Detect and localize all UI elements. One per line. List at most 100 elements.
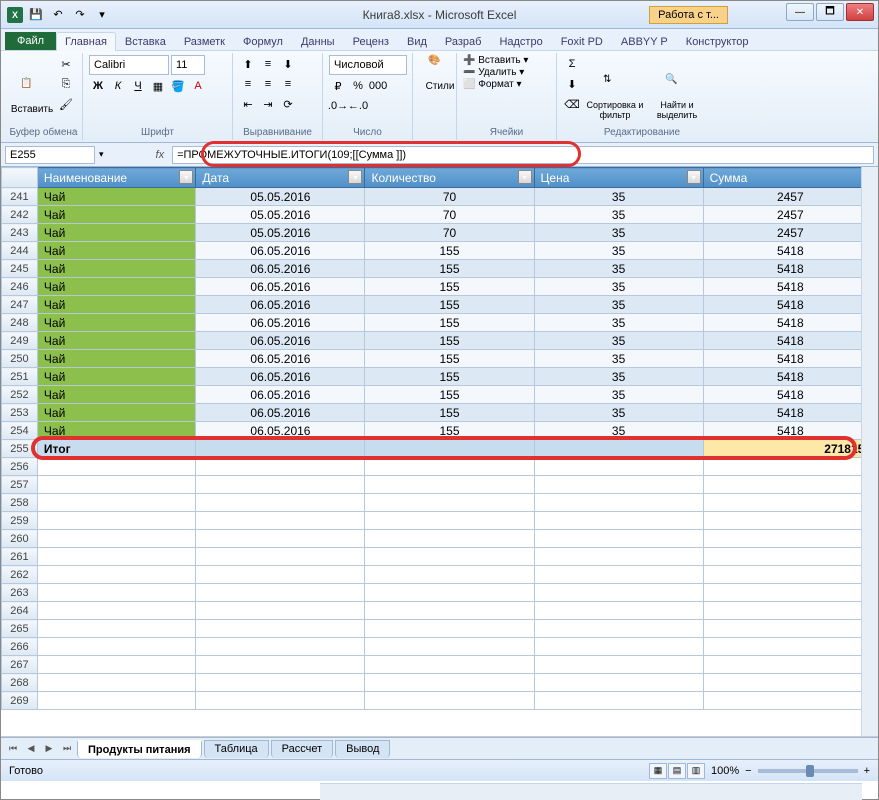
zoom-out-button[interactable]: −: [745, 765, 751, 777]
cell-qty[interactable]: 155: [365, 422, 534, 440]
cut-button[interactable]: ✂: [57, 55, 75, 73]
empty-cell[interactable]: [37, 656, 196, 674]
empty-cell[interactable]: [196, 638, 365, 656]
row-header[interactable]: 259: [2, 512, 38, 530]
cell-sum[interactable]: 5418: [703, 422, 877, 440]
cell-price[interactable]: 35: [534, 188, 703, 206]
cell-date[interactable]: 06.05.2016: [196, 242, 365, 260]
maximize-button[interactable]: 🗖: [816, 3, 844, 21]
paste-button[interactable]: 📋 Вставить: [11, 55, 53, 138]
empty-cell[interactable]: [365, 638, 534, 656]
normal-view-button[interactable]: ▦: [649, 763, 667, 779]
zoom-level[interactable]: 100%: [711, 765, 739, 777]
empty-cell[interactable]: [703, 476, 877, 494]
empty-cell[interactable]: [365, 530, 534, 548]
empty-cell[interactable]: [534, 638, 703, 656]
filter-dropdown-0[interactable]: ▾: [179, 170, 193, 184]
cell-name[interactable]: Чай: [37, 332, 196, 350]
row-header[interactable]: 251: [2, 368, 38, 386]
cell-qty[interactable]: 155: [365, 350, 534, 368]
filter-dropdown-1[interactable]: ▾: [348, 170, 362, 184]
delete-cells-button[interactable]: ➖ Удалить ▾: [463, 67, 550, 78]
row-header[interactable]: 242: [2, 206, 38, 224]
empty-cell[interactable]: [37, 584, 196, 602]
empty-cell[interactable]: [703, 602, 877, 620]
column-header-4[interactable]: Сумма▾: [703, 168, 877, 188]
zoom-in-button[interactable]: +: [864, 765, 870, 777]
fx-icon[interactable]: fx: [152, 149, 169, 161]
cell-name[interactable]: Чай: [37, 224, 196, 242]
cell-price[interactable]: 35: [534, 332, 703, 350]
row-header[interactable]: 258: [2, 494, 38, 512]
cell-price[interactable]: 35: [534, 368, 703, 386]
row-header[interactable]: 247: [2, 296, 38, 314]
cell-sum[interactable]: 2457: [703, 224, 877, 242]
empty-cell[interactable]: [534, 494, 703, 512]
cell-name[interactable]: Чай: [37, 386, 196, 404]
empty-cell[interactable]: [37, 530, 196, 548]
empty-cell[interactable]: [534, 656, 703, 674]
cell-date[interactable]: 06.05.2016: [196, 350, 365, 368]
currency-button[interactable]: ₽: [329, 77, 347, 95]
empty-cell[interactable]: [534, 674, 703, 692]
cell-sum[interactable]: 5418: [703, 242, 877, 260]
row-header[interactable]: 269: [2, 692, 38, 710]
cell-qty[interactable]: 155: [365, 314, 534, 332]
cell-sum[interactable]: 5418: [703, 278, 877, 296]
empty-cell[interactable]: [196, 674, 365, 692]
insert-cells-button[interactable]: ➕ Вставить ▾: [463, 55, 550, 66]
empty-cell[interactable]: [37, 494, 196, 512]
column-header-1[interactable]: Дата▾: [196, 168, 365, 188]
qat-dropdown[interactable]: ▾: [93, 6, 111, 24]
empty-cell[interactable]: [37, 620, 196, 638]
cell-qty[interactable]: 155: [365, 242, 534, 260]
italic-button[interactable]: К: [109, 77, 127, 95]
empty-cell[interactable]: [703, 566, 877, 584]
column-header-3[interactable]: Цена▾: [534, 168, 703, 188]
cell-name[interactable]: Чай: [37, 422, 196, 440]
align-middle-button[interactable]: ≡: [259, 55, 277, 73]
ribbon-tab-0[interactable]: Главная: [56, 32, 116, 51]
row-header[interactable]: 267: [2, 656, 38, 674]
empty-cell[interactable]: [365, 566, 534, 584]
total-label-cell[interactable]: Итог: [37, 440, 196, 458]
comma-button[interactable]: 000: [369, 77, 387, 95]
orientation-button[interactable]: ⟳: [279, 95, 297, 113]
cell-sum[interactable]: 5418: [703, 296, 877, 314]
ribbon-tab-4[interactable]: Данны: [292, 32, 344, 51]
cell-sum[interactable]: 2457: [703, 206, 877, 224]
row-header[interactable]: 261: [2, 548, 38, 566]
empty-cell[interactable]: [37, 638, 196, 656]
cell-date[interactable]: 06.05.2016: [196, 404, 365, 422]
cell-sum[interactable]: 5418: [703, 332, 877, 350]
cell-qty[interactable]: 155: [365, 332, 534, 350]
sheet-nav-last[interactable]: ⏭: [59, 742, 75, 756]
bold-button[interactable]: Ж: [89, 77, 107, 95]
empty-cell[interactable]: [365, 602, 534, 620]
cell-qty[interactable]: 155: [365, 386, 534, 404]
empty-cell[interactable]: [196, 530, 365, 548]
cell-qty[interactable]: 70: [365, 188, 534, 206]
row-header[interactable]: 254: [2, 422, 38, 440]
sheet-tab-0[interactable]: Продукты питания: [77, 740, 202, 758]
empty-cell[interactable]: [534, 602, 703, 620]
filter-dropdown-3[interactable]: ▾: [687, 170, 701, 184]
empty-cell[interactable]: [37, 548, 196, 566]
empty-cell[interactable]: [534, 566, 703, 584]
column-header-0[interactable]: Наименование▾: [37, 168, 196, 188]
ribbon-tab-6[interactable]: Вид: [398, 32, 436, 51]
page-break-view-button[interactable]: ▥: [687, 763, 705, 779]
row-header[interactable]: 268: [2, 674, 38, 692]
cell-price[interactable]: 35: [534, 314, 703, 332]
cell-name[interactable]: Чай: [37, 260, 196, 278]
cell-price[interactable]: 35: [534, 350, 703, 368]
empty-cell[interactable]: [534, 548, 703, 566]
empty-cell[interactable]: [703, 512, 877, 530]
border-button[interactable]: ▦: [149, 77, 167, 95]
total-empty-cell[interactable]: [365, 440, 534, 458]
filter-dropdown-2[interactable]: ▾: [518, 170, 532, 184]
align-left-button[interactable]: ≡: [239, 75, 257, 93]
ribbon-tab-8[interactable]: Надстро: [490, 32, 551, 51]
cell-price[interactable]: 35: [534, 404, 703, 422]
empty-cell[interactable]: [365, 494, 534, 512]
